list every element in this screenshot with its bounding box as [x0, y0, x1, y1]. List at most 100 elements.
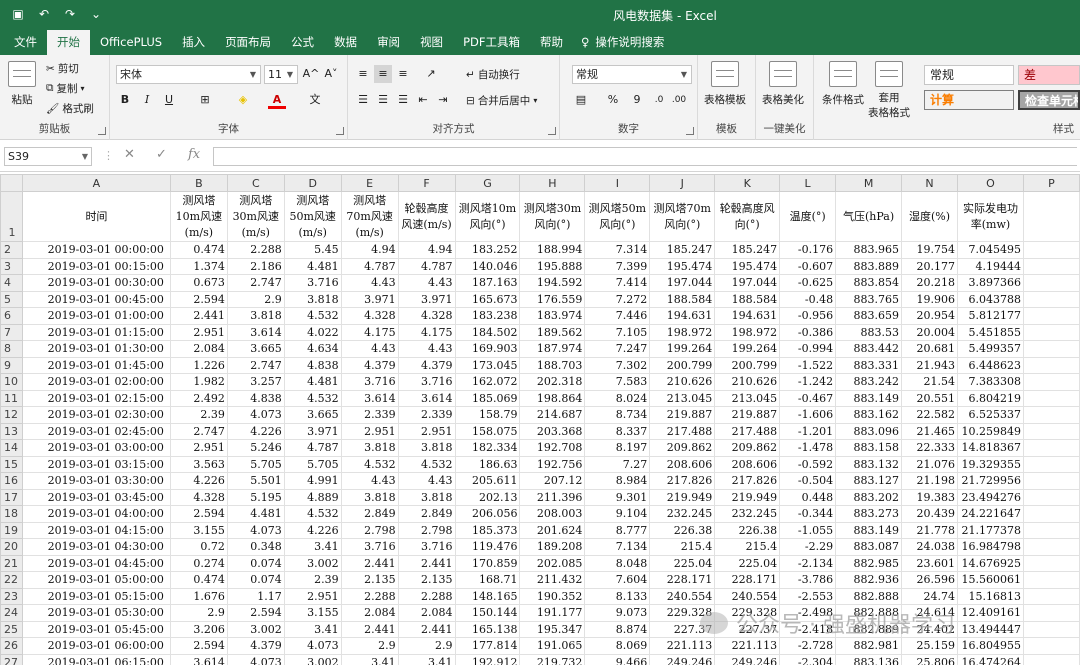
data-cell[interactable]: 4.634 — [283, 340, 342, 358]
data-cell[interactable]: 3.155 — [283, 604, 342, 622]
data-cell[interactable]: 158.79 — [454, 406, 521, 424]
data-cell[interactable]: 249.246 — [649, 653, 716, 665]
data-cell[interactable]: 1.17 — [226, 587, 285, 605]
header-cell[interactable]: 温度(°) — [779, 191, 837, 242]
data-cell[interactable]: 21.943 — [901, 356, 958, 374]
fill-color-icon[interactable]: ◈ — [234, 91, 252, 109]
data-cell[interactable]: 192.756 — [519, 455, 586, 473]
data-cell[interactable]: 192.708 — [519, 439, 586, 457]
borders-icon[interactable]: ⊞ — [196, 91, 214, 109]
data-cell[interactable]: 184.502 — [454, 323, 521, 341]
data-cell[interactable]: 219.949 — [649, 488, 716, 506]
data-cell[interactable]: 6.525337 — [956, 406, 1024, 424]
data-cell[interactable]: 4.19444 — [956, 257, 1024, 275]
data-cell[interactable]: 158.075 — [454, 422, 521, 440]
header-cell[interactable]: 测风塔10m风速(m/s) — [169, 191, 228, 242]
data-cell[interactable]: 19.383 — [901, 488, 958, 506]
number-launcher-icon[interactable] — [686, 127, 694, 135]
data-cell[interactable]: 5.705 — [226, 455, 285, 473]
data-cell[interactable]: 20.439 — [901, 505, 958, 523]
data-cell[interactable]: 21.729956 — [956, 472, 1024, 490]
data-cell[interactable]: 0.474 — [169, 241, 228, 259]
grow-font-button[interactable]: A^ — [302, 65, 320, 83]
data-cell[interactable]: 195.474 — [649, 257, 716, 275]
data-cell[interactable]: 2.084 — [397, 604, 456, 622]
row-header[interactable]: 17 — [0, 488, 23, 506]
data-cell[interactable]: 883.273 — [835, 505, 903, 523]
empty-cell[interactable] — [1022, 472, 1080, 490]
data-cell[interactable]: 217.488 — [714, 422, 781, 440]
merge-center-button[interactable]: ⊟ 合并后居中 ▾ — [466, 93, 537, 108]
tab-data[interactable]: 数据 — [324, 30, 367, 55]
format-as-table-button[interactable]: 套用 表格格式 — [868, 61, 910, 120]
data-cell[interactable]: 4.226 — [283, 521, 342, 539]
column-header[interactable]: A — [21, 174, 171, 192]
data-cell[interactable]: 21.778 — [901, 521, 958, 539]
data-cell[interactable]: 2019-03-01 00:30:00 — [21, 274, 171, 292]
data-cell[interactable]: 3.614 — [397, 389, 456, 407]
data-cell[interactable]: 0.274 — [169, 554, 228, 572]
data-cell[interactable]: 190.352 — [519, 587, 586, 605]
data-cell[interactable]: 883.242 — [835, 373, 903, 391]
header-cell[interactable]: 测风塔70m风向(°) — [649, 191, 716, 242]
data-cell[interactable]: 3.716 — [397, 373, 456, 391]
data-cell[interactable]: 4.889 — [283, 488, 342, 506]
header-cell[interactable]: 测风塔30m风向(°) — [519, 191, 586, 242]
drag-handle-icon[interactable]: ⋮ — [103, 149, 114, 162]
data-cell[interactable]: 2.339 — [397, 406, 456, 424]
data-cell[interactable]: 232.245 — [649, 505, 716, 523]
data-cell[interactable]: 20.954 — [901, 307, 958, 325]
data-cell[interactable]: 2.135 — [340, 571, 399, 589]
data-cell[interactable]: 19.754 — [901, 241, 958, 259]
data-cell[interactable]: 221.113 — [649, 637, 716, 655]
data-cell[interactable]: -1.606 — [779, 406, 837, 424]
empty-cell[interactable] — [1022, 554, 1080, 572]
data-cell[interactable]: 4.787 — [283, 439, 342, 457]
row-header[interactable]: 4 — [0, 274, 23, 292]
data-cell[interactable]: 0.673 — [169, 274, 228, 292]
data-cell[interactable]: 211.432 — [519, 571, 586, 589]
data-cell[interactable]: 2.951 — [397, 422, 456, 440]
data-cell[interactable]: 4.073 — [226, 406, 285, 424]
data-cell[interactable]: 5.451855 — [956, 323, 1024, 341]
data-cell[interactable]: 219.887 — [649, 406, 716, 424]
data-cell[interactable]: 168.71 — [454, 571, 521, 589]
data-cell[interactable]: 20.218 — [901, 274, 958, 292]
empty-cell[interactable] — [1022, 571, 1080, 589]
tab-insert[interactable]: 插入 — [172, 30, 215, 55]
empty-cell[interactable] — [1022, 505, 1080, 523]
row-header[interactable]: 24 — [0, 604, 23, 622]
data-cell[interactable]: 219.732 — [519, 653, 586, 665]
data-cell[interactable]: 12.409161 — [956, 604, 1024, 622]
data-cell[interactable]: 1.374 — [169, 257, 228, 275]
data-cell[interactable]: 240.554 — [714, 587, 781, 605]
row-header[interactable]: 15 — [0, 455, 23, 473]
header-cell[interactable]: 测风塔10m风向(°) — [454, 191, 521, 242]
empty-cell[interactable] — [1022, 521, 1080, 539]
data-cell[interactable]: 2.084 — [340, 604, 399, 622]
data-cell[interactable]: 206.056 — [454, 505, 521, 523]
data-cell[interactable]: 2019-03-01 04:45:00 — [21, 554, 171, 572]
column-header[interactable]: J — [649, 174, 716, 192]
empty-cell[interactable] — [1022, 604, 1080, 622]
data-cell[interactable]: 3.818 — [340, 439, 399, 457]
row-header[interactable]: 22 — [0, 571, 23, 589]
data-cell[interactable]: 2019-03-01 03:15:00 — [21, 455, 171, 473]
data-cell[interactable]: 140.046 — [454, 257, 521, 275]
data-cell[interactable]: 3.716 — [397, 538, 456, 556]
data-cell[interactable]: 208.606 — [714, 455, 781, 473]
data-cell[interactable]: 202.318 — [519, 373, 586, 391]
data-cell[interactable]: 2.9 — [340, 637, 399, 655]
tab-pdf-toolbox[interactable]: PDF工具箱 — [453, 30, 530, 55]
data-cell[interactable]: -1.201 — [779, 422, 837, 440]
row-header[interactable]: 19 — [0, 521, 23, 539]
bold-button[interactable]: B — [116, 91, 134, 109]
row-header[interactable]: 25 — [0, 620, 23, 638]
data-cell[interactable]: 4.94 — [397, 241, 456, 259]
empty-cell[interactable] — [1022, 356, 1080, 374]
conditional-format-button[interactable]: 条件格式 — [822, 61, 864, 107]
data-cell[interactable]: 183.238 — [454, 307, 521, 325]
data-cell[interactable]: 883.53 — [835, 323, 903, 341]
percent-button[interactable]: % — [604, 91, 622, 109]
data-cell[interactable]: 211.396 — [519, 488, 586, 506]
